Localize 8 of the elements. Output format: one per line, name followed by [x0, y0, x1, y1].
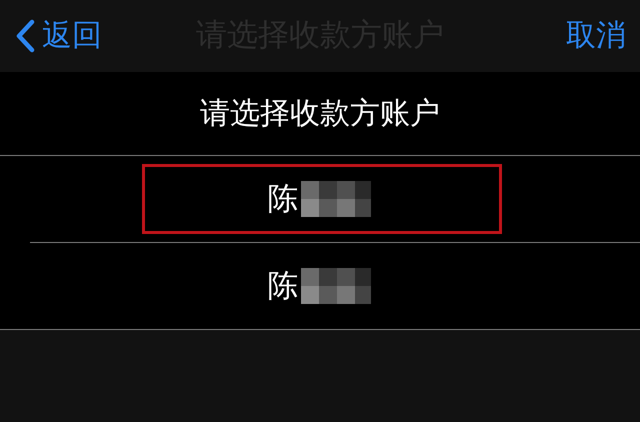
back-button[interactable]: 返回	[14, 19, 102, 53]
account-name[interactable]: 陈	[268, 265, 298, 307]
cancel-button[interactable]: 取消	[566, 21, 626, 51]
chevron-left-icon	[14, 19, 36, 53]
list-heading: 请选择收款方账户	[200, 95, 440, 133]
mosaic-drawing	[300, 266, 372, 306]
mosaic-drawing	[300, 179, 372, 219]
account-name[interactable]: 陈	[268, 178, 298, 220]
